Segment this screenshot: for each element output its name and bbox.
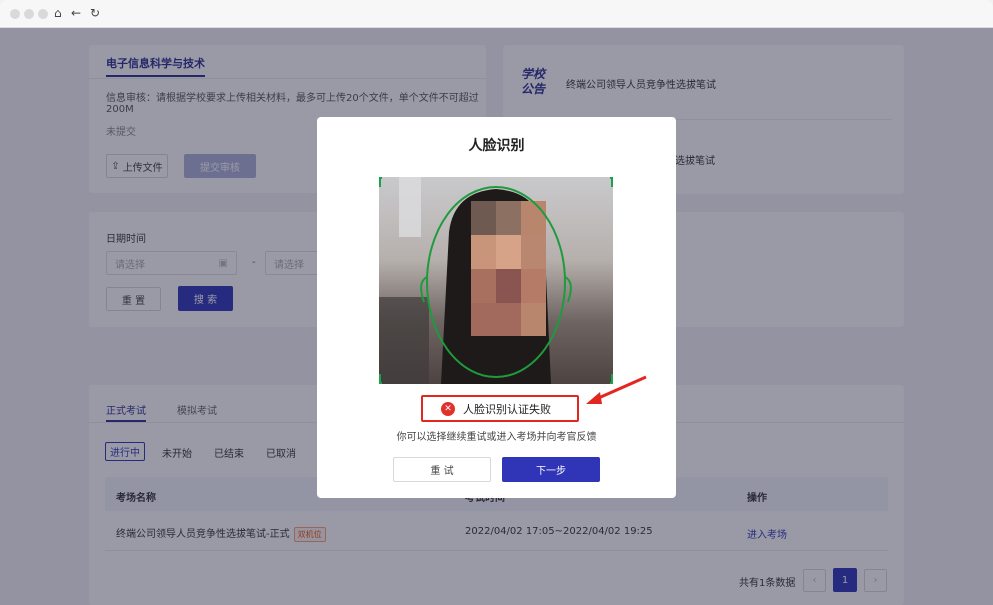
face-outline-overlay — [379, 177, 613, 384]
camera-preview — [379, 177, 613, 384]
reload-icon[interactable]: ↻ — [90, 6, 100, 20]
dialog-hint: 你可以选择继续重试或进入考场并向考官反馈 — [396, 432, 597, 443]
error-message-box: ✕ 人脸识别认证失败 — [421, 395, 579, 422]
home-icon[interactable]: ⌂ — [54, 6, 62, 20]
window-titlebar: ⌂ ← ↻ — [0, 0, 993, 28]
annotation-arrow-icon — [586, 375, 647, 404]
next-step-button[interactable]: 下一步 — [502, 457, 600, 482]
window-minimize-dot[interactable] — [24, 9, 34, 19]
error-x-icon: ✕ — [441, 402, 455, 416]
retry-button[interactable]: 重 试 — [393, 457, 491, 482]
back-icon[interactable]: ← — [71, 6, 81, 20]
window-maximize-dot[interactable] — [38, 9, 48, 19]
error-text: 人脸识别认证失败 — [463, 402, 551, 416]
dialog-title: 人脸识别 — [468, 138, 525, 154]
face-recognition-dialog: 人脸识别 ✕ 人脸识别认证失败 你可以选择继续重试或进入考场并向考官反馈 重 试… — [317, 117, 676, 498]
window-close-dot[interactable] — [10, 9, 20, 19]
